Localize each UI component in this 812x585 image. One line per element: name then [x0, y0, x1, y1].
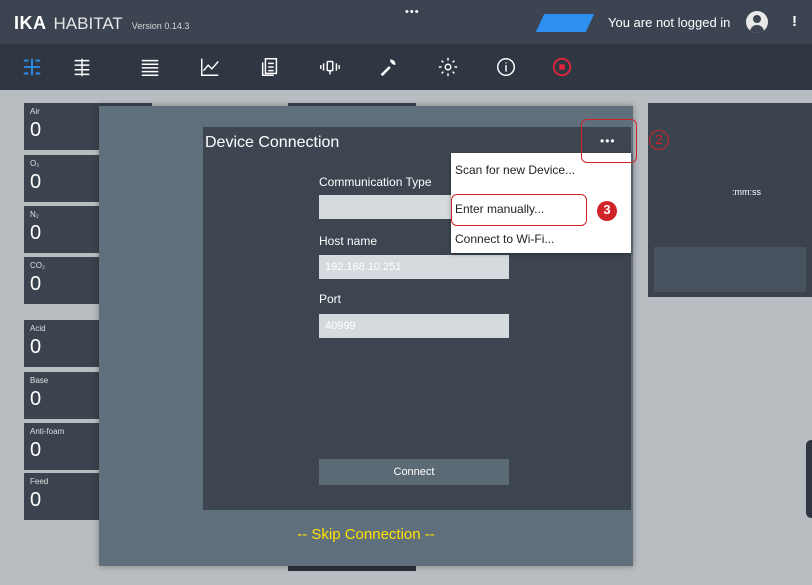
- tile-label: CO₂: [30, 261, 46, 270]
- status-indicator: [535, 14, 595, 32]
- host-name-input[interactable]: 192.168.10.251: [319, 255, 509, 279]
- communication-type-label: Communication Type: [319, 175, 432, 189]
- timer-format: :mm:ss: [732, 187, 761, 197]
- menu-item-scan[interactable]: Scan for new Device...: [455, 163, 575, 177]
- host-name-label: Host name: [319, 234, 378, 248]
- tile-label: Air: [30, 107, 40, 116]
- tile-label: Feed: [30, 477, 49, 486]
- wrench-icon[interactable]: [370, 52, 406, 82]
- tile-value: 0: [30, 171, 42, 193]
- connect-button[interactable]: Connect: [319, 459, 509, 485]
- top-more-icon[interactable]: •••: [405, 6, 420, 18]
- tile-label: N₂: [30, 210, 39, 219]
- background-strip-bottom: [288, 566, 416, 571]
- app-brand: IKA HABITAT Version 0.14.3: [14, 13, 189, 34]
- brand-name: HABITAT: [53, 14, 123, 33]
- user-avatar-icon[interactable]: [746, 11, 768, 33]
- tile-value: 0: [30, 489, 42, 511]
- annotation-step-2: 2: [649, 130, 669, 150]
- title-bar: IKA HABITAT Version 0.14.3 ••• You are n…: [0, 0, 812, 44]
- tile-value: 0: [30, 273, 42, 295]
- tile-value: 0: [30, 388, 42, 410]
- tile-label: Anti-foam: [30, 427, 65, 436]
- vibration-icon[interactable]: [312, 52, 348, 82]
- menu-item-connect-wifi[interactable]: Connect to Wi-Fi...: [455, 232, 554, 246]
- side-drawer-handle[interactable]: [806, 440, 812, 518]
- tile-value: 0: [30, 336, 42, 358]
- annotation-box-dots: [581, 119, 637, 163]
- process-icon[interactable]: [14, 52, 50, 82]
- tile-value: 0: [30, 222, 42, 244]
- tile-label: O₂: [30, 159, 40, 168]
- annotation-step-3: 3: [597, 201, 617, 221]
- annotation-box-enter-manually: [451, 194, 587, 226]
- app-version: Version 0.14.3: [131, 21, 190, 31]
- port-label: Port: [319, 292, 342, 306]
- tile-label: Acid: [30, 324, 46, 333]
- sliders-icon[interactable]: [64, 52, 100, 82]
- tile-label: Base: [30, 376, 49, 385]
- stop-icon[interactable]: [544, 52, 580, 82]
- tile-value: 0: [30, 439, 42, 461]
- login-status[interactable]: You are not logged in: [608, 15, 730, 30]
- main-toolbar: [0, 44, 812, 90]
- chart-icon[interactable]: [192, 52, 228, 82]
- list-icon[interactable]: [132, 52, 168, 82]
- document-icon[interactable]: [252, 52, 288, 82]
- background-timer-panel: :mm:ss: [648, 103, 812, 297]
- dialog-title: Device Connection: [205, 134, 340, 151]
- background-inner-box: [654, 247, 806, 292]
- port-input[interactable]: 40999: [319, 314, 509, 338]
- skip-connection-link[interactable]: -- Skip Connection --: [99, 526, 633, 543]
- brand-logo: IKA: [14, 13, 47, 33]
- tile-value: 0: [30, 119, 42, 141]
- info-icon[interactable]: [488, 52, 524, 82]
- alert-icon[interactable]: !: [792, 13, 797, 30]
- gear-icon[interactable]: [430, 52, 466, 82]
